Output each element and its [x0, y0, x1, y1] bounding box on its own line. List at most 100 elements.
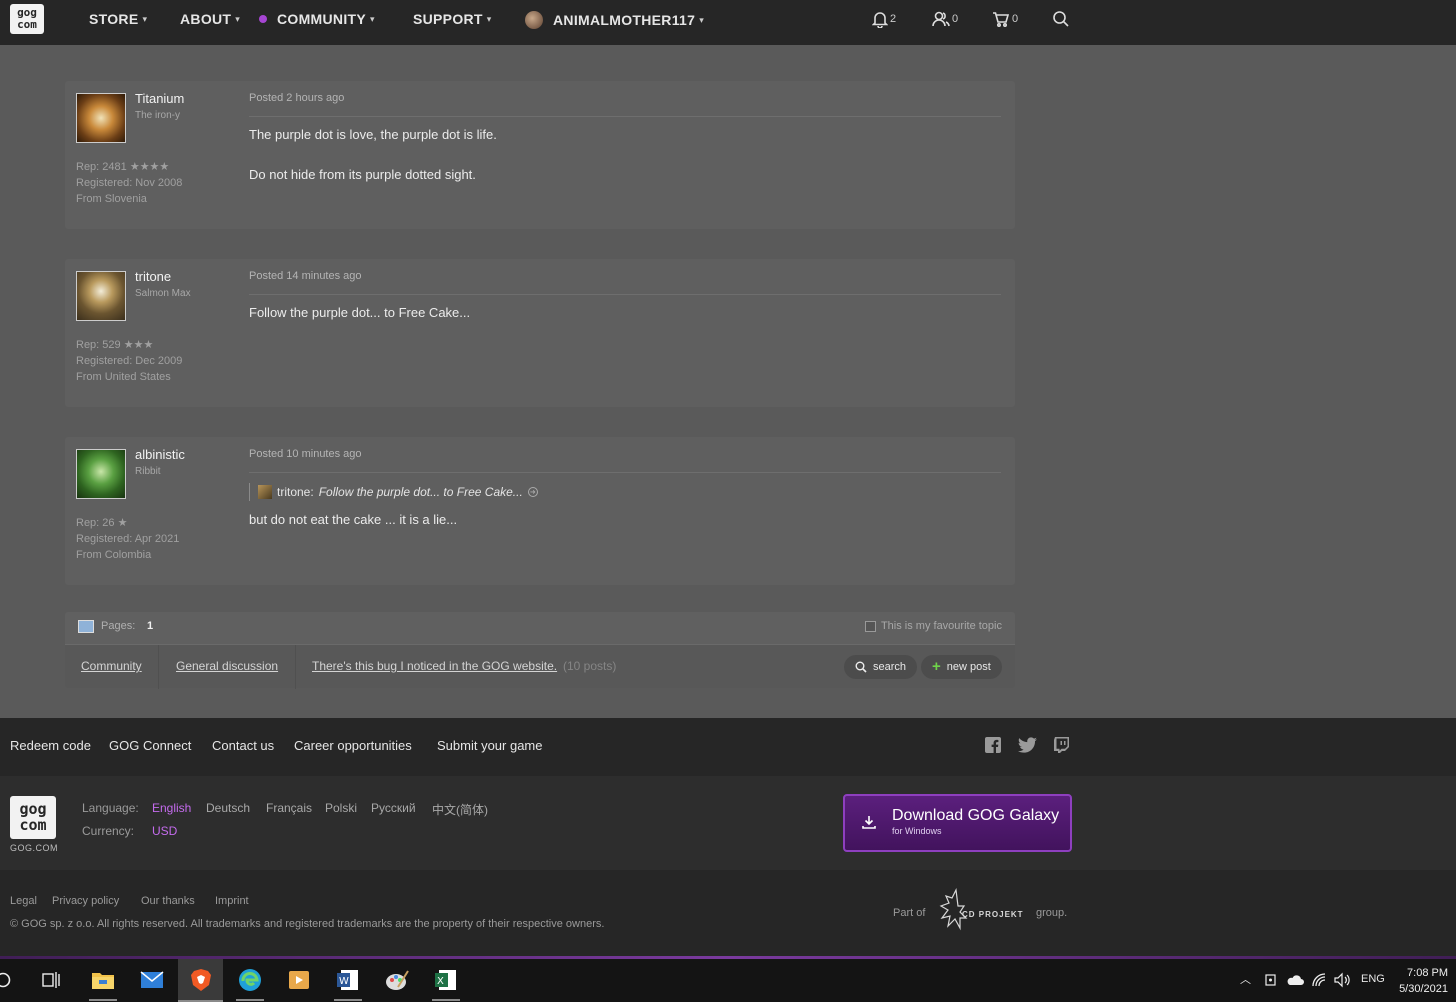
chevron-down-icon: ▾ — [142, 13, 148, 24]
chevron-down-icon: ▾ — [486, 13, 492, 24]
favourite-topic-toggle[interactable]: This is my favourite topic — [864, 620, 1002, 632]
currency-usd[interactable]: USD — [152, 824, 177, 838]
excel-icon[interactable]: X — [433, 967, 459, 993]
quote-username[interactable]: tritone: — [277, 485, 314, 499]
nav-user[interactable]: ANIMALMOTHER117 ▾ — [525, 11, 704, 29]
windows-taskbar: W X ︿ ENG 7:08 PM 5/30/2021 — [0, 959, 1456, 1002]
post-time: Posted 10 minutes ago — [249, 448, 362, 460]
footer-link-imprint[interactable]: Imprint — [215, 895, 249, 907]
language-deutsch[interactable]: Deutsch — [206, 801, 250, 815]
file-explorer-icon[interactable] — [90, 967, 116, 993]
new-post-button[interactable]: + new post — [921, 655, 1002, 679]
avatar[interactable] — [76, 271, 126, 321]
rep-stars-icon: ★ — [117, 517, 128, 529]
post-time: Posted 2 hours ago — [249, 92, 345, 104]
top-nav: gog com STORE ▾ ABOUT ▾ COMMUNITY ▾ SUPPORT ▾… — [0, 0, 1456, 45]
post-user-title: The iron-y — [135, 110, 181, 121]
search-topic-button[interactable]: search — [844, 655, 918, 679]
pages-icon — [78, 620, 94, 633]
post-username[interactable]: albinistic — [135, 447, 185, 462]
post-username[interactable]: Titanium — [135, 91, 184, 106]
clock-date: 5/30/2021 — [1399, 983, 1448, 995]
twitter-icon[interactable] — [1018, 737, 1037, 753]
breadcrumb-topic[interactable]: There's this bug I noticed in the GOG we… — [312, 659, 557, 673]
pages-label: Pages: — [101, 620, 136, 632]
facebook-icon[interactable] — [985, 737, 1001, 753]
post-username[interactable]: tritone — [135, 269, 171, 284]
footer-link-legal[interactable]: Legal — [10, 895, 37, 907]
post-rep: Rep: 2481 — [76, 161, 127, 173]
brave-browser-icon[interactable] — [188, 967, 214, 993]
footer-settings: gog com GOG.COM Language: English Deutsch… — [0, 776, 1456, 870]
volume-icon[interactable] — [1333, 972, 1351, 988]
language-polski[interactable]: Polski — [325, 801, 357, 815]
notifications-count: 2 — [890, 13, 897, 25]
cart-button[interactable]: 0 — [992, 10, 1018, 28]
search-button[interactable] — [1052, 10, 1070, 28]
favourite-checkbox[interactable] — [864, 620, 876, 632]
gog-logo[interactable]: gog com — [10, 4, 44, 34]
post-count: (10 posts) — [563, 659, 617, 673]
breadcrumb-general-discussion[interactable]: General discussion — [176, 659, 278, 673]
input-language[interactable]: ENG — [1361, 973, 1385, 985]
language-chinese[interactable]: 中文(简体) — [432, 801, 488, 818]
quote-link-icon[interactable]: ➜ — [527, 487, 538, 497]
nav-store-label: STORE — [89, 11, 139, 27]
nav-username: ANIMALMOTHER117 — [553, 12, 696, 28]
footer-link-gog-connect[interactable]: GOG Connect — [109, 738, 191, 753]
footer-link-contact-us[interactable]: Contact us — [212, 738, 274, 753]
notifications-button[interactable]: 2 — [872, 10, 896, 28]
onedrive-icon[interactable] — [1286, 974, 1304, 986]
nav-store[interactable]: STORE ▾ — [89, 11, 147, 27]
avatar[interactable] — [76, 93, 126, 143]
twitch-icon[interactable] — [1054, 737, 1070, 753]
pages-row: Pages: 1 This is my favourite topic — [65, 612, 1015, 644]
page-number[interactable]: 1 — [147, 620, 153, 632]
language-francais[interactable]: Français — [266, 801, 312, 815]
forum-post: albinistic Ribbit Rep: 26 ★ Registered: … — [65, 437, 1015, 585]
footer-links: Redeem code GOG Connect Contact us Caree… — [0, 718, 1456, 776]
footer-link-our-thanks[interactable]: Our thanks — [141, 895, 195, 907]
post-text: but do not eat the cake ... it is a lie.… — [249, 512, 458, 527]
post-user-title: Ribbit — [135, 466, 161, 477]
post-user-title: Salmon Max — [135, 288, 191, 299]
edge-browser-icon[interactable] — [237, 967, 263, 993]
avatar[interactable] — [76, 449, 126, 499]
taskbar-clock[interactable]: 7:08 PM 5/30/2021 — [1396, 965, 1448, 997]
group-label: group. — [1036, 907, 1068, 919]
chevron-up-icon[interactable]: ︿ — [1240, 971, 1251, 987]
post-quote: tritone: Follow the purple dot... to Fre… — [249, 483, 538, 501]
search-circle-icon[interactable] — [0, 971, 12, 989]
post-registered: Registered: Apr 2021 — [76, 533, 180, 545]
meet-now-icon[interactable] — [1264, 973, 1278, 987]
footer-link-privacy[interactable]: Privacy policy — [52, 895, 119, 907]
divider — [249, 294, 1001, 295]
copyright-text: © GOG sp. z o.o. All rights reserved. Al… — [10, 918, 605, 930]
friends-button[interactable]: 0 — [932, 10, 958, 28]
language-russian[interactable]: Русский — [371, 801, 416, 815]
nav-about[interactable]: ABOUT ▾ — [180, 11, 240, 27]
media-player-icon[interactable] — [286, 967, 312, 993]
wifi-icon[interactable] — [1311, 972, 1327, 988]
forum-post: Titanium The iron-y Rep: 2481 ★★★★ Regis… — [65, 81, 1015, 229]
nav-about-label: ABOUT — [180, 11, 232, 27]
footer-link-submit-game[interactable]: Submit your game — [437, 738, 543, 753]
word-icon[interactable]: W — [335, 967, 361, 993]
mail-icon[interactable] — [139, 967, 165, 993]
post-user-meta: Rep: 2481 ★★★★ Registered: Nov 2008 From… — [76, 159, 182, 207]
download-galaxy-button[interactable]: Download GOG Galaxy for Windows — [843, 794, 1072, 852]
galaxy-title: Download GOG Galaxy — [892, 807, 1060, 824]
task-view-icon[interactable] — [42, 971, 62, 989]
footer-link-redeem-code[interactable]: Redeem code — [10, 738, 91, 753]
gog-logo[interactable]: gog com — [10, 796, 56, 839]
footer-link-careers[interactable]: Career opportunities — [294, 738, 412, 753]
nav-community[interactable]: COMMUNITY ▾ — [259, 11, 375, 27]
plus-icon: + — [932, 658, 941, 675]
gog-com-label: GOG.COM — [10, 843, 58, 853]
breadcrumb-community[interactable]: Community — [81, 659, 142, 673]
nav-support[interactable]: SUPPORT ▾ — [413, 11, 492, 27]
language-english[interactable]: English — [152, 801, 191, 815]
breadcrumb-separator — [295, 645, 296, 689]
paint-icon[interactable] — [384, 967, 410, 993]
galaxy-subtitle: for Windows — [892, 826, 942, 836]
